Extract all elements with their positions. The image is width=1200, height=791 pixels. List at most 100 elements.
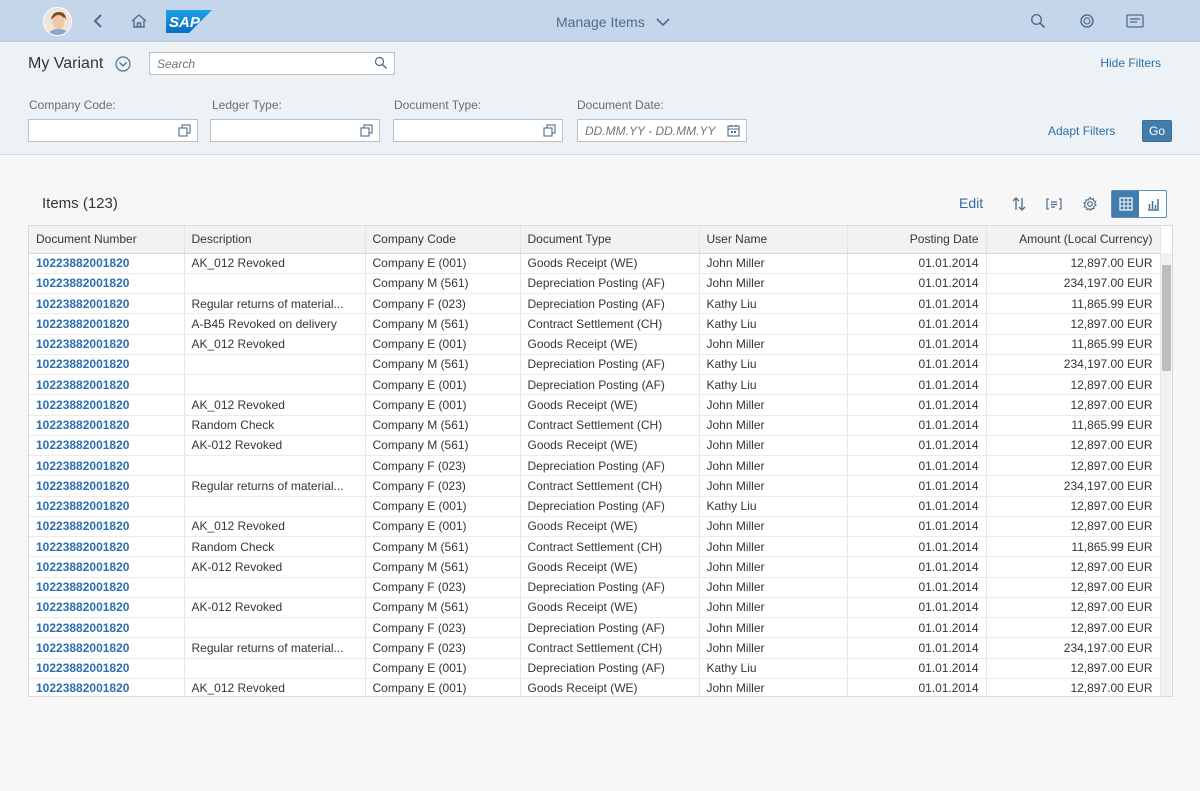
notifications-button[interactable] (1122, 8, 1148, 34)
table-row[interactable]: 10223882001820 Regular returns of materia… (29, 293, 1161, 315)
table-row[interactable]: 10223882001820 AK-012 Revoked Company M (5… (29, 556, 1161, 578)
document-number-cell[interactable]: 10223882001820 (29, 617, 185, 639)
company-code-cell: Company E (001) (365, 394, 521, 416)
group-button[interactable] (1041, 191, 1067, 217)
user-avatar[interactable] (43, 7, 72, 36)
document-number-cell[interactable]: 10223882001820 (29, 536, 185, 558)
table-row[interactable]: 10223882001820 A-B45 Revoked on delivery C… (29, 313, 1161, 335)
chevron-down-circle-icon (115, 56, 131, 72)
document-type-cell: Goods Receipt (WE) (520, 597, 700, 619)
table-row[interactable]: 10223882001820 Random Check Company M (561… (29, 536, 1161, 558)
document-number-cell[interactable]: 10223882001820 (29, 455, 185, 477)
document-type-input[interactable] (394, 120, 534, 141)
table-row[interactable]: 10223882001820 Company M (561) Depreciatio… (29, 354, 1161, 376)
app-title-menu[interactable]: Manage Items (540, 12, 690, 32)
document-type-field (393, 119, 563, 142)
document-number-cell[interactable]: 10223882001820 (29, 354, 185, 376)
calendar-icon[interactable] (727, 124, 740, 137)
document-number-cell[interactable]: 10223882001820 (29, 374, 185, 396)
shell-search-button[interactable] (1025, 8, 1051, 34)
table-row[interactable]: 10223882001820 Company E (001) Depreciatio… (29, 496, 1161, 517)
value-help-icon[interactable] (360, 124, 373, 137)
vertical-scrollbar[interactable] (1160, 253, 1172, 696)
value-help-icon[interactable] (178, 124, 191, 137)
table-row[interactable]: 10223882001820 Random Check Company M (561… (29, 415, 1161, 436)
document-number-cell[interactable]: 10223882001820 (29, 496, 185, 517)
table-row[interactable]: 10223882001820 Company F (023) Depreciatio… (29, 455, 1161, 477)
document-date-input[interactable] (578, 120, 718, 141)
document-number-cell[interactable]: 10223882001820 (29, 253, 185, 274)
column-header-description[interactable]: Description (184, 226, 366, 254)
user-name-cell: John Miller (699, 334, 848, 355)
ledger-type-input[interactable] (211, 120, 351, 141)
home-button[interactable] (126, 8, 152, 34)
settings-button[interactable] (1077, 191, 1103, 217)
document-number-cell[interactable]: 10223882001820 (29, 475, 185, 497)
copilot-button[interactable] (1074, 8, 1100, 34)
table-row[interactable]: 10223882001820 Company E (001) Depreciatio… (29, 658, 1161, 679)
document-number-cell[interactable]: 10223882001820 (29, 516, 185, 538)
back-button[interactable] (85, 8, 111, 34)
table-row[interactable]: 10223882001820 AK-012 Revoked Company M (5… (29, 435, 1161, 457)
amount-cell: 12,897.00 EUR (986, 374, 1161, 396)
table-row[interactable]: 10223882001820 AK_012 Revoked Company E (0… (29, 334, 1161, 355)
column-header-amount[interactable]: Amount (Local Currency) (986, 226, 1161, 254)
table-row[interactable]: 10223882001820 AK_012 Revoked Company E (0… (29, 253, 1161, 274)
variant-dropdown-button[interactable] (114, 55, 132, 73)
amount-cell: 234,197.00 EUR (986, 475, 1161, 497)
posting-date-cell: 01.01.2014 (847, 536, 987, 558)
posting-date-cell: 01.01.2014 (847, 435, 987, 457)
posting-date-cell: 01.01.2014 (847, 334, 987, 355)
table-row[interactable]: 10223882001820 Company M (561) Depreciatio… (29, 273, 1161, 295)
edit-button[interactable]: Edit (959, 195, 983, 211)
table-row[interactable]: 10223882001820 AK-012 Revoked Company M (5… (29, 597, 1161, 619)
table-row[interactable]: 10223882001820 AK_012 Revoked Company E (0… (29, 516, 1161, 538)
document-number-cell[interactable]: 10223882001820 (29, 293, 185, 315)
document-number-cell[interactable]: 10223882001820 (29, 435, 185, 457)
adapt-filters-link[interactable]: Adapt Filters (1048, 124, 1115, 138)
scrollbar-thumb[interactable] (1162, 265, 1171, 371)
column-header-company-code[interactable]: Company Code (365, 226, 521, 254)
amount-cell: 12,897.00 EUR (986, 516, 1161, 538)
go-button[interactable]: Go (1142, 120, 1172, 142)
table-row[interactable]: 10223882001820 AK_012 Revoked Company E (0… (29, 394, 1161, 416)
chart-view-button[interactable] (1139, 191, 1166, 217)
document-number-cell[interactable]: 10223882001820 (29, 577, 185, 598)
document-number-cell[interactable]: 10223882001820 (29, 597, 185, 619)
column-header-document-number[interactable]: Document Number (29, 226, 185, 254)
description-cell: Random Check (184, 415, 366, 436)
document-number-cell[interactable]: 10223882001820 (29, 394, 185, 416)
amount-cell: 234,197.00 EUR (986, 637, 1161, 659)
description-cell: Random Check (184, 536, 366, 558)
document-number-cell[interactable]: 10223882001820 (29, 273, 185, 295)
document-number-cell[interactable]: 10223882001820 (29, 334, 185, 355)
document-number-cell[interactable]: 10223882001820 (29, 678, 185, 696)
table-view-button[interactable] (1112, 191, 1139, 217)
document-number-cell[interactable]: 10223882001820 (29, 313, 185, 335)
column-header-user-name[interactable]: User Name (699, 226, 848, 254)
table-row[interactable]: 10223882001820 Company F (023) Depreciatio… (29, 617, 1161, 639)
table-row[interactable]: 10223882001820 AK_012 Revoked Company E (0… (29, 678, 1161, 696)
amount-cell: 12,897.00 EUR (986, 617, 1161, 639)
document-number-cell[interactable]: 10223882001820 (29, 415, 185, 436)
company-code-input[interactable] (29, 120, 169, 141)
svg-text:SAP: SAP (169, 14, 201, 31)
search-icon[interactable] (374, 56, 388, 70)
user-name-cell: John Miller (699, 435, 848, 457)
description-cell (184, 374, 366, 396)
hide-filters-link[interactable]: Hide Filters (1100, 56, 1161, 70)
table-row[interactable]: 10223882001820 Company F (023) Depreciatio… (29, 577, 1161, 598)
document-type-cell: Depreciation Posting (AF) (520, 617, 700, 639)
search-input[interactable] (150, 53, 370, 74)
document-number-cell[interactable]: 10223882001820 (29, 658, 185, 679)
user-name-cell: John Miller (699, 253, 848, 274)
table-row[interactable]: 10223882001820 Regular returns of materia… (29, 637, 1161, 659)
value-help-icon[interactable] (543, 124, 556, 137)
column-header-document-type[interactable]: Document Type (520, 226, 700, 254)
table-row[interactable]: 10223882001820 Regular returns of materia… (29, 475, 1161, 497)
sort-button[interactable] (1006, 191, 1032, 217)
column-header-posting-date[interactable]: Posting Date (847, 226, 987, 254)
document-number-cell[interactable]: 10223882001820 (29, 556, 185, 578)
table-row[interactable]: 10223882001820 Company E (001) Depreciatio… (29, 374, 1161, 396)
document-number-cell[interactable]: 10223882001820 (29, 637, 185, 659)
